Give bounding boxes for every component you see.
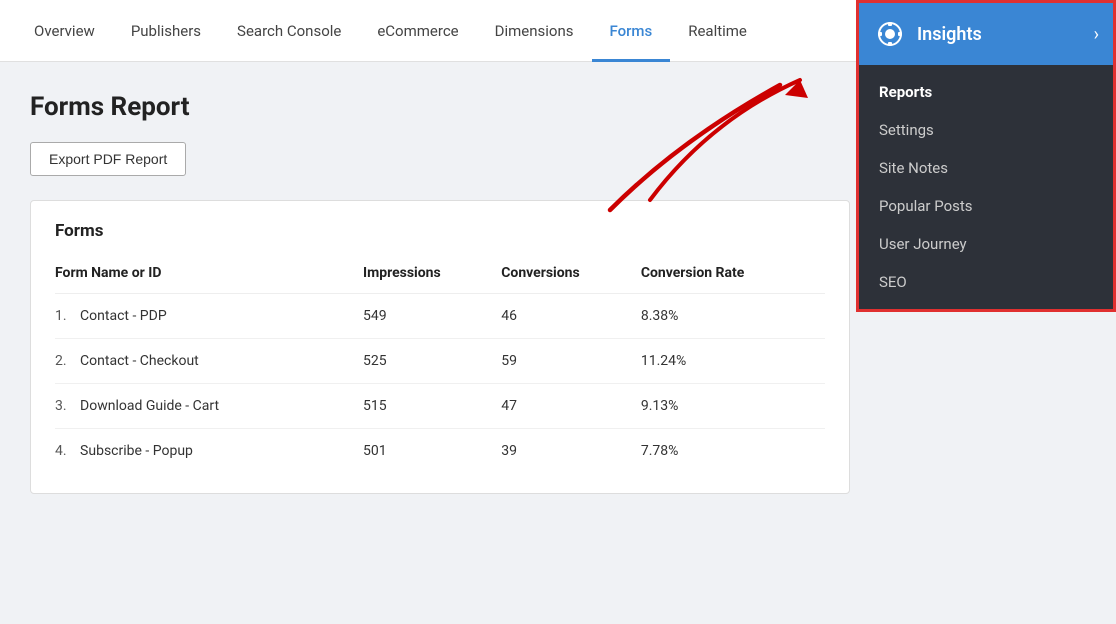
cell-rate-1: 11.24%: [641, 339, 825, 384]
insights-header[interactable]: Insights ›: [859, 3, 1113, 65]
nav-search-console[interactable]: Search Console: [219, 0, 359, 62]
col-header-conversions: Conversions: [501, 257, 641, 294]
col-header-name: Form Name or ID: [55, 257, 363, 294]
table-header-row: Form Name or ID Impressions Conversions …: [55, 257, 825, 294]
menu-item-user-journey[interactable]: User Journey: [859, 225, 1113, 263]
cell-rate-3: 7.78%: [641, 429, 825, 474]
row-form-name-0: Contact - PDP: [80, 308, 167, 324]
cell-rate-2: 9.13%: [641, 384, 825, 429]
cell-rate-0: 8.38%: [641, 294, 825, 339]
cell-impressions-0: 549: [363, 294, 501, 339]
menu-item-reports[interactable]: Reports: [859, 73, 1113, 111]
row-form-name-3: Subscribe - Popup: [80, 443, 193, 459]
cell-name-3: 4. Subscribe - Popup: [55, 429, 363, 474]
nav-realtime[interactable]: Realtime: [670, 0, 765, 62]
nav-dimensions[interactable]: Dimensions: [477, 0, 592, 62]
row-number-0: 1.: [55, 308, 67, 324]
menu-item-seo[interactable]: SEO: [859, 263, 1113, 301]
cell-impressions-3: 501: [363, 429, 501, 474]
nav-forms[interactable]: Forms: [592, 0, 671, 62]
cell-name-1: 2. Contact - Checkout: [55, 339, 363, 384]
row-number-2: 3.: [55, 398, 67, 414]
cell-impressions-2: 515: [363, 384, 501, 429]
forms-table: Form Name or ID Impressions Conversions …: [55, 257, 825, 473]
cell-conversions-2: 47: [501, 384, 641, 429]
cell-name-0: 1. Contact - PDP: [55, 294, 363, 339]
table-row: 4. Subscribe - Popup 501 39 7.78%: [55, 429, 825, 474]
cell-conversions-3: 39: [501, 429, 641, 474]
nav-ecommerce[interactable]: eCommerce: [359, 0, 476, 62]
insights-title: Insights: [917, 24, 1084, 45]
section-title: Forms: [55, 221, 825, 241]
insights-icon: [873, 17, 907, 51]
insights-chevron-icon[interactable]: ›: [1094, 24, 1099, 45]
table-row: 1. Contact - PDP 549 46 8.38%: [55, 294, 825, 339]
row-number-1: 2.: [55, 353, 67, 369]
cell-conversions-0: 46: [501, 294, 641, 339]
nav-overview[interactable]: Overview: [16, 0, 113, 62]
menu-item-site-notes[interactable]: Site Notes: [859, 149, 1113, 187]
col-header-rate: Conversion Rate: [641, 257, 825, 294]
insights-panel: Insights › Reports Settings Site Notes P…: [856, 0, 1116, 312]
table-row: 2. Contact - Checkout 525 59 11.24%: [55, 339, 825, 384]
cell-name-2: 3. Download Guide - Cart: [55, 384, 363, 429]
nav-publishers[interactable]: Publishers: [113, 0, 219, 62]
menu-item-settings[interactable]: Settings: [859, 111, 1113, 149]
row-number-3: 4.: [55, 443, 67, 459]
insights-menu: Reports Settings Site Notes Popular Post…: [859, 65, 1113, 309]
row-form-name-1: Contact - Checkout: [80, 353, 199, 369]
cell-conversions-1: 59: [501, 339, 641, 384]
forms-table-section: Forms Form Name or ID Impressions Conver…: [30, 200, 850, 494]
menu-item-popular-posts[interactable]: Popular Posts: [859, 187, 1113, 225]
cell-impressions-1: 525: [363, 339, 501, 384]
table-row: 3. Download Guide - Cart 515 47 9.13%: [55, 384, 825, 429]
export-pdf-button[interactable]: Export PDF Report: [30, 142, 186, 176]
row-form-name-2: Download Guide - Cart: [80, 398, 219, 414]
col-header-impressions: Impressions: [363, 257, 501, 294]
